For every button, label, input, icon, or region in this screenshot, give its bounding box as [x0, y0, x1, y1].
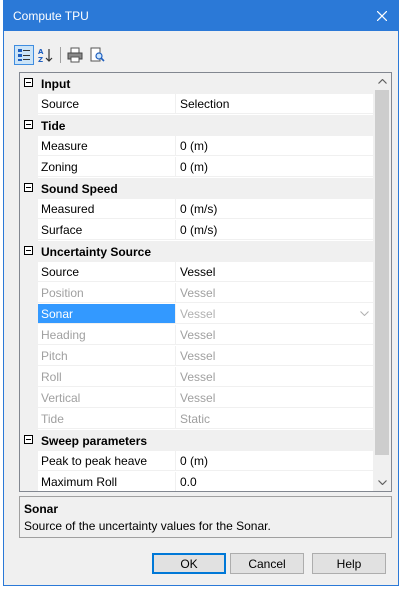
collapse-icon[interactable]: [24, 78, 33, 87]
collapse-icon[interactable]: [24, 183, 33, 192]
property-row-position[interactable]: Position Vessel: [20, 283, 373, 304]
collapse-icon[interactable]: [24, 435, 33, 444]
property-row-sound-surface[interactable]: Surface 0 (m/s): [20, 220, 373, 241]
category-sweep-parameters[interactable]: Sweep parameters: [20, 430, 373, 451]
chevron-down-icon: [377, 480, 387, 485]
property-row-input-source[interactable]: Source Selection: [20, 94, 373, 115]
property-name: Vertical: [38, 388, 176, 408]
property-row-vertical[interactable]: Vertical Vessel: [20, 388, 373, 409]
scroll-up-button[interactable]: [373, 73, 391, 90]
alphabetical-sort-icon: A Z: [38, 48, 53, 63]
property-name: Source: [38, 262, 176, 282]
scroll-down-button[interactable]: [373, 474, 391, 491]
sonar-dropdown[interactable]: Vessel: [176, 304, 373, 324]
property-value: Vessel: [180, 307, 216, 321]
close-icon: [377, 11, 387, 21]
property-row-sound-measured[interactable]: Measured 0 (m/s): [20, 199, 373, 220]
toolbar-separator: [60, 47, 61, 63]
description-text: Source of the uncertainty values for the…: [24, 519, 271, 533]
category-label: Uncertainty Source: [41, 245, 152, 259]
property-row-uncertainty-source[interactable]: Source Vessel: [20, 262, 373, 283]
property-row-heading[interactable]: Heading Vessel: [20, 325, 373, 346]
property-value: Vessel: [176, 325, 373, 345]
categorized-button[interactable]: [14, 45, 34, 65]
ok-button[interactable]: OK: [152, 553, 226, 574]
property-value[interactable]: 0 (m/s): [176, 199, 373, 219]
property-name: Roll: [38, 367, 176, 387]
category-label: Tide: [41, 119, 66, 133]
property-value[interactable]: 0 (m): [176, 136, 373, 156]
print-icon: [67, 47, 83, 63]
categorized-icon: [18, 49, 30, 61]
scrollbar-thumb[interactable]: [375, 90, 389, 455]
property-value[interactable]: 0 (m): [176, 451, 373, 471]
description-pane: Sonar Source of the uncertainty values f…: [19, 496, 392, 538]
title-bar: Compute TPU: [4, 1, 398, 31]
property-row-pitch[interactable]: Pitch Vessel: [20, 346, 373, 367]
property-name: Surface: [38, 220, 176, 240]
print-preview-icon: [90, 47, 105, 62]
property-row-tide-zoning[interactable]: Zoning 0 (m): [20, 157, 373, 178]
property-name: Zoning: [38, 157, 176, 177]
print-button[interactable]: [65, 45, 85, 65]
property-row-maximum-roll[interactable]: Maximum Roll 0.0: [20, 472, 373, 491]
dropdown-button[interactable]: [356, 304, 373, 323]
category-label: Sound Speed: [41, 182, 118, 196]
alphabetical-button[interactable]: A Z: [36, 45, 56, 65]
property-value[interactable]: 0 (m/s): [176, 220, 373, 240]
cancel-button[interactable]: Cancel: [230, 553, 304, 574]
property-row-roll[interactable]: Roll Vessel: [20, 367, 373, 388]
vertical-scrollbar[interactable]: [373, 73, 391, 491]
svg-text:A: A: [38, 48, 44, 56]
property-value[interactable]: Vessel: [176, 262, 373, 282]
property-row-tide-measure[interactable]: Measure 0 (m): [20, 136, 373, 157]
collapse-icon[interactable]: [24, 246, 33, 255]
property-name: Pitch: [38, 346, 176, 366]
category-label: Sweep parameters: [41, 434, 148, 448]
property-value[interactable]: 0.0: [176, 472, 373, 491]
property-toolbar: A Z: [14, 44, 109, 66]
chevron-up-icon: [377, 79, 387, 84]
property-row-peak-heave[interactable]: Peak to peak heave 0 (m): [20, 451, 373, 472]
chevron-down-icon: [360, 311, 369, 316]
property-value: Vessel: [176, 283, 373, 303]
property-name: Heading: [38, 325, 176, 345]
category-label: Input: [41, 77, 71, 91]
property-value: Vessel: [176, 346, 373, 366]
property-value[interactable]: 0 (m): [176, 157, 373, 177]
property-rows: Input Source Selection Tide Measure 0 (m…: [20, 73, 373, 491]
property-name: Maximum Roll: [38, 472, 176, 491]
category-uncertainty-source[interactable]: Uncertainty Source: [20, 241, 373, 262]
svg-text:Z: Z: [38, 56, 43, 63]
property-row-sonar[interactable]: Sonar Vessel: [20, 304, 373, 325]
property-name: Peak to peak heave: [38, 451, 176, 471]
property-name: Source: [38, 94, 176, 114]
property-name: Tide: [38, 409, 176, 429]
collapse-icon[interactable]: [24, 120, 33, 129]
property-name: Position: [38, 283, 176, 303]
window-title: Compute TPU: [13, 9, 89, 23]
property-value: Vessel: [176, 388, 373, 408]
property-value: Static: [176, 409, 373, 429]
category-sound-speed[interactable]: Sound Speed: [20, 178, 373, 199]
category-tide[interactable]: Tide: [20, 115, 373, 136]
property-name: Measure: [38, 136, 176, 156]
compute-tpu-dialog: Compute TPU A Z Input Source Selection T…: [3, 0, 399, 586]
property-value[interactable]: Selection: [176, 94, 373, 114]
description-title: Sonar: [24, 502, 59, 516]
close-button[interactable]: [366, 1, 398, 31]
help-button[interactable]: Help: [312, 553, 386, 574]
property-name: Measured: [38, 199, 176, 219]
property-name: Sonar: [38, 304, 176, 324]
property-row-tide-source[interactable]: Tide Static: [20, 409, 373, 430]
property-grid[interactable]: Input Source Selection Tide Measure 0 (m…: [19, 72, 392, 492]
property-value: Vessel: [176, 367, 373, 387]
category-input[interactable]: Input: [20, 73, 373, 94]
print-preview-button[interactable]: [87, 45, 107, 65]
